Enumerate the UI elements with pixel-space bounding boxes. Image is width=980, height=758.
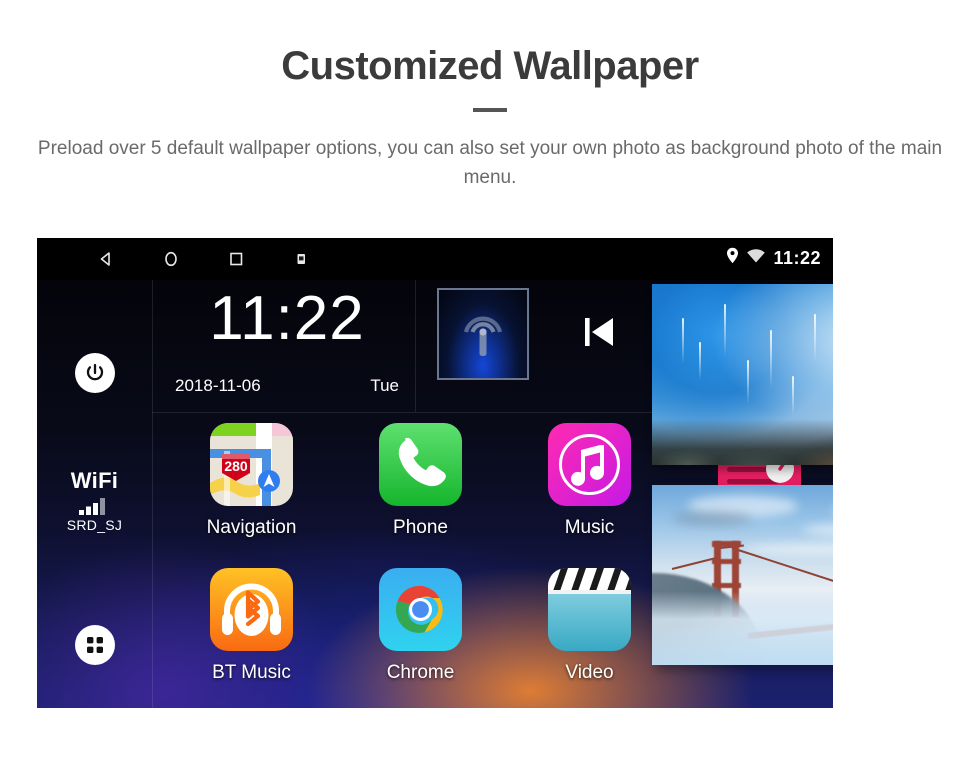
clapperboard-icon [548,568,631,651]
ice-cave-foreground [652,419,833,465]
app-chrome[interactable]: Chrome [336,568,505,708]
app-label: BT Music [212,662,291,683]
apps-grid-icon[interactable] [74,625,115,665]
ice-cave-wallpaper[interactable] [652,284,833,465]
svg-text:280: 280 [224,458,248,474]
location-pin-icon [726,247,739,269]
radio-antenna-icon [437,288,529,380]
recents-square-icon[interactable] [227,250,245,268]
device-screen: 11:22 WiFi SRD_SJ 11:22 2018-11-06 Tue 2… [37,238,833,708]
app-label: Phone [393,517,448,538]
clock-widget[interactable]: 11:22 2018-11-06 Tue [167,288,407,396]
phone-icon [379,423,462,506]
bridge-fog [652,591,833,665]
page-subtitle: Preload over 5 default wallpaper options… [37,138,943,189]
car-head-unit-device: 11:22 WiFi SRD_SJ 11:22 2018-11-06 Tue 2… [37,238,833,708]
wifi-label: WiFi [70,468,119,493]
home-circle-icon[interactable] [162,250,180,268]
wifi-ssid: SRD_SJ [66,517,123,533]
clock-time: 11:22 [209,284,365,353]
app-label: Music [564,517,615,538]
maps-icon: 280 [210,423,293,506]
left-rail: WiFi SRD_SJ [37,280,152,708]
status-bar-clock: 11:22 [773,247,821,268]
clock-weekday: Tue [370,376,399,395]
rail-divider [152,280,153,708]
app-video[interactable]: Video [505,568,674,708]
android-status-bar: 11:22 [37,238,833,280]
previous-track-icon[interactable] [581,315,619,354]
app-music[interactable]: Music [505,423,674,568]
power-icon[interactable] [74,353,115,393]
wifi-icon [746,248,766,269]
app-phone[interactable]: Phone [336,423,505,568]
header-section: Customized Wallpaper Preload over 5 defa… [0,0,980,193]
page-title: Customized Wallpaper [281,44,699,88]
app-navigation[interactable]: 280 Navigation [167,423,336,568]
clock-subline: 2018-11-06 Tue [167,376,407,396]
back-triangle-icon[interactable] [97,250,115,268]
app-grid: 280 Navigation Phone Music BT Music Chro… [167,423,727,708]
widget-column-divider [415,280,416,412]
bluetooth-headphones-icon [210,568,293,651]
title-divider [473,108,507,112]
status-bar-indicators: 11:22 [726,247,821,269]
signal-bars-icon [78,497,112,515]
chrome-icon [379,568,462,651]
app-label: Navigation [206,517,297,538]
golden-gate-bridge-wallpaper[interactable] [652,485,833,665]
app-bt-music[interactable]: BT Music [167,568,336,708]
screenshot-icon[interactable] [292,250,310,268]
clock-date: 2018-11-06 [175,376,261,395]
app-label: Video [565,662,614,683]
app-label: Chrome [386,662,455,683]
wifi-status-block[interactable]: WiFi SRD_SJ [37,468,152,533]
music-note-icon [548,423,631,506]
